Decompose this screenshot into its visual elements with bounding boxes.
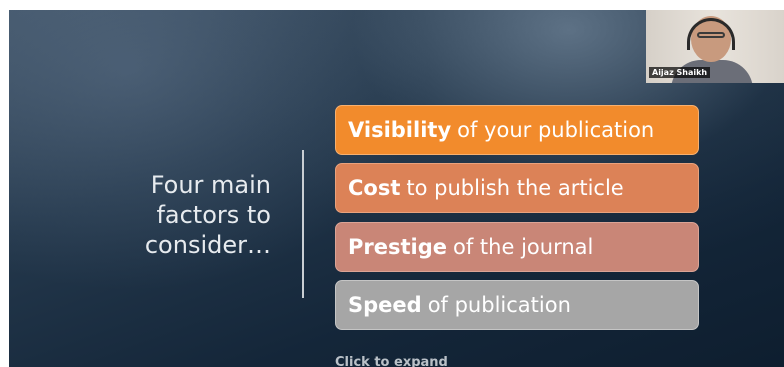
presentation-slide: Four main factors to consider… Visibilit… <box>9 10 784 367</box>
factor-speed: Speed of publication <box>335 280 699 330</box>
factor-prestige-keyword: Prestige <box>348 235 448 259</box>
factor-prestige-text: of the journal <box>453 235 594 259</box>
participant-video-tile[interactable]: Aijaz Shaikh <box>646 10 784 83</box>
factor-speed-text: of publication <box>427 293 571 317</box>
factor-cost-text: to publish the article <box>406 176 624 200</box>
headset-icon <box>687 18 735 50</box>
click-to-expand-hint[interactable]: Click to expand <box>335 355 448 367</box>
factor-cost-keyword: Cost <box>348 176 401 200</box>
factor-cost: Cost to publish the article <box>335 163 699 213</box>
factor-visibility-text: of your publication <box>457 118 655 142</box>
factor-visibility: Visibility of your publication <box>335 105 699 155</box>
participant-name-tag: Aijaz Shaikh <box>649 67 711 78</box>
slide-heading: Four main factors to consider… <box>144 171 271 259</box>
factor-speed-keyword: Speed <box>348 293 422 317</box>
factor-visibility-keyword: Visibility <box>348 118 452 142</box>
vertical-divider <box>302 150 304 298</box>
factor-prestige: Prestige of the journal <box>335 222 699 272</box>
